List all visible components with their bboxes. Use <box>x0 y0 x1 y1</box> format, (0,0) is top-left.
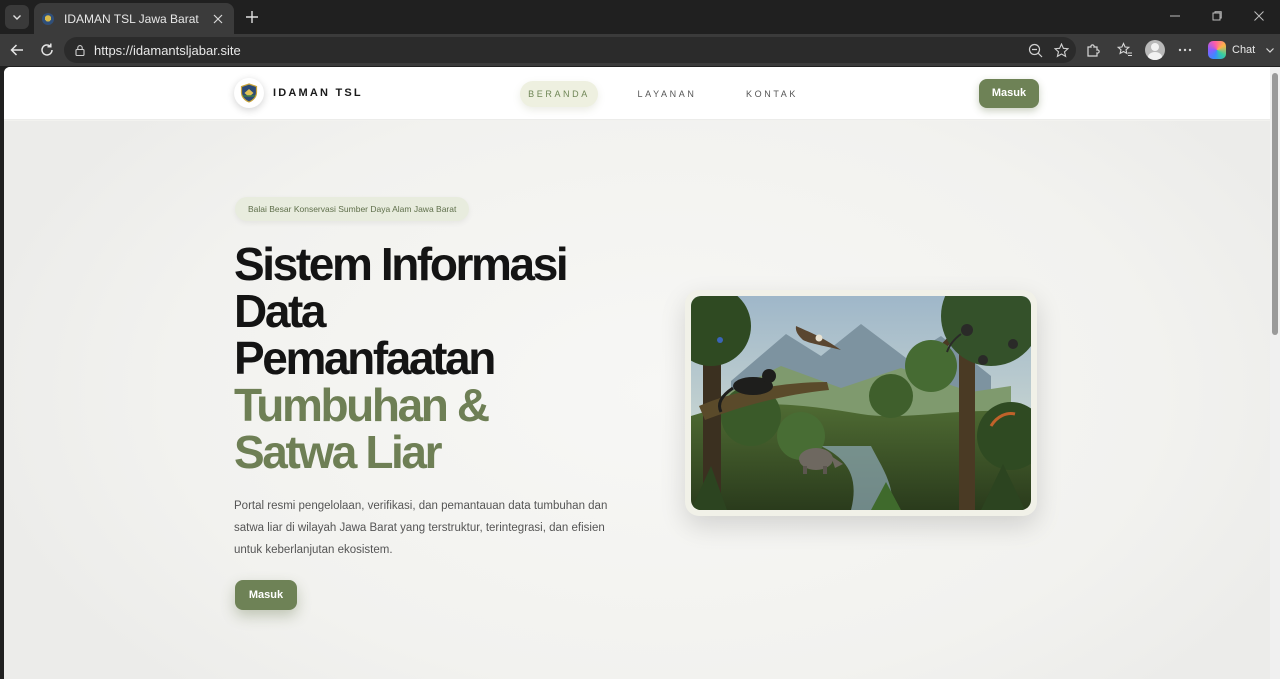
star-icon <box>1053 42 1069 58</box>
reload-button[interactable] <box>36 39 58 61</box>
site-logo[interactable] <box>234 78 264 108</box>
page-scrollbar[interactable] <box>1270 67 1280 679</box>
emblem-shield-icon <box>240 83 258 103</box>
hero-description: Portal resmi pengelolaan, verifikasi, da… <box>234 500 608 556</box>
favorites-icon <box>1117 42 1132 57</box>
hero-image-card <box>685 290 1037 516</box>
profile-button[interactable] <box>1144 39 1166 61</box>
zoom-out-icon <box>1028 43 1042 57</box>
zoom-button[interactable] <box>1024 39 1046 61</box>
plus-icon <box>246 11 258 23</box>
hero-title-line-2: Data <box>234 285 327 337</box>
copilot-chat-button[interactable]: Chat <box>1204 38 1262 62</box>
restore-icon <box>1212 11 1222 21</box>
restore-button[interactable] <box>1196 0 1238 32</box>
more-icon <box>1178 48 1192 52</box>
header-login-button[interactable]: Masuk <box>979 79 1039 108</box>
chevron-down-icon <box>1266 48 1274 53</box>
rainforest-wildlife-illustration <box>691 296 1031 510</box>
address-bar[interactable]: https://idamantsljabar.site <box>64 37 1076 63</box>
browser-tab-active[interactable]: IDAMAN TSL Jawa Barat <box>34 3 234 34</box>
copilot-icon <box>1208 41 1226 59</box>
hero-section: Balai Besar Konservasi Sumber Daya Alam … <box>4 121 1270 679</box>
reload-icon <box>41 43 53 56</box>
more-button[interactable] <box>1174 39 1196 61</box>
favorites-button[interactable] <box>1114 39 1136 61</box>
avatar <box>1145 40 1165 60</box>
hero-login-button[interactable]: Masuk <box>235 580 297 610</box>
browser-toolbar: https://idamantsljabar.site Chat <box>0 34 1280 66</box>
nav-link-beranda[interactable]: BERANDA <box>520 81 598 107</box>
extensions-button[interactable] <box>1082 39 1104 61</box>
chevron-down-icon <box>13 15 21 20</box>
browser-tabbar: IDAMAN TSL Jawa Barat <box>0 0 1280 34</box>
brand-name: IDAMAN TSL <box>273 87 363 99</box>
puzzle-icon <box>1087 44 1100 57</box>
hero-title-green-line-1: Tumbuhan & <box>234 379 490 431</box>
back-button[interactable] <box>6 39 28 61</box>
scrollbar-thumb[interactable] <box>1272 73 1278 335</box>
minimize-icon <box>1170 15 1180 17</box>
nav-link-layanan[interactable]: LAYANAN <box>632 81 702 107</box>
chat-label: Chat <box>1232 44 1256 56</box>
page-viewport: IDAMAN TSL BERANDA LAYANAN KONTAK Masuk … <box>4 67 1270 679</box>
site-favicon-icon <box>42 12 54 25</box>
institution-badge: Balai Besar Konservasi Sumber Daya Alam … <box>235 197 470 221</box>
lock-icon <box>75 45 85 56</box>
close-icon <box>1254 11 1264 21</box>
window-close-button[interactable] <box>1238 0 1280 32</box>
favorite-button[interactable] <box>1050 39 1072 61</box>
hero-title-line-3: Pemanfaatan <box>234 332 496 384</box>
sidebar-toggle-button[interactable] <box>1264 39 1276 61</box>
arrow-left-icon <box>10 44 23 56</box>
close-icon <box>213 14 223 23</box>
minimize-button[interactable] <box>1154 0 1196 32</box>
window-controls <box>1154 0 1280 34</box>
tab-close-button[interactable] <box>210 11 226 27</box>
site-header: IDAMAN TSL BERANDA LAYANAN KONTAK Masuk <box>4 67 1270 120</box>
new-tab-button[interactable] <box>242 7 262 27</box>
hero-title-green-line-2: Satwa Liar <box>234 426 442 478</box>
url-text: https://idamantsljabar.site <box>94 42 241 58</box>
tab-title: IDAMAN TSL Jawa Barat <box>64 11 199 26</box>
hero-title-line-1: Sistem Informasi <box>234 238 569 290</box>
tab-list-button[interactable] <box>5 5 29 29</box>
nav-link-kontak[interactable]: KONTAK <box>740 81 804 107</box>
